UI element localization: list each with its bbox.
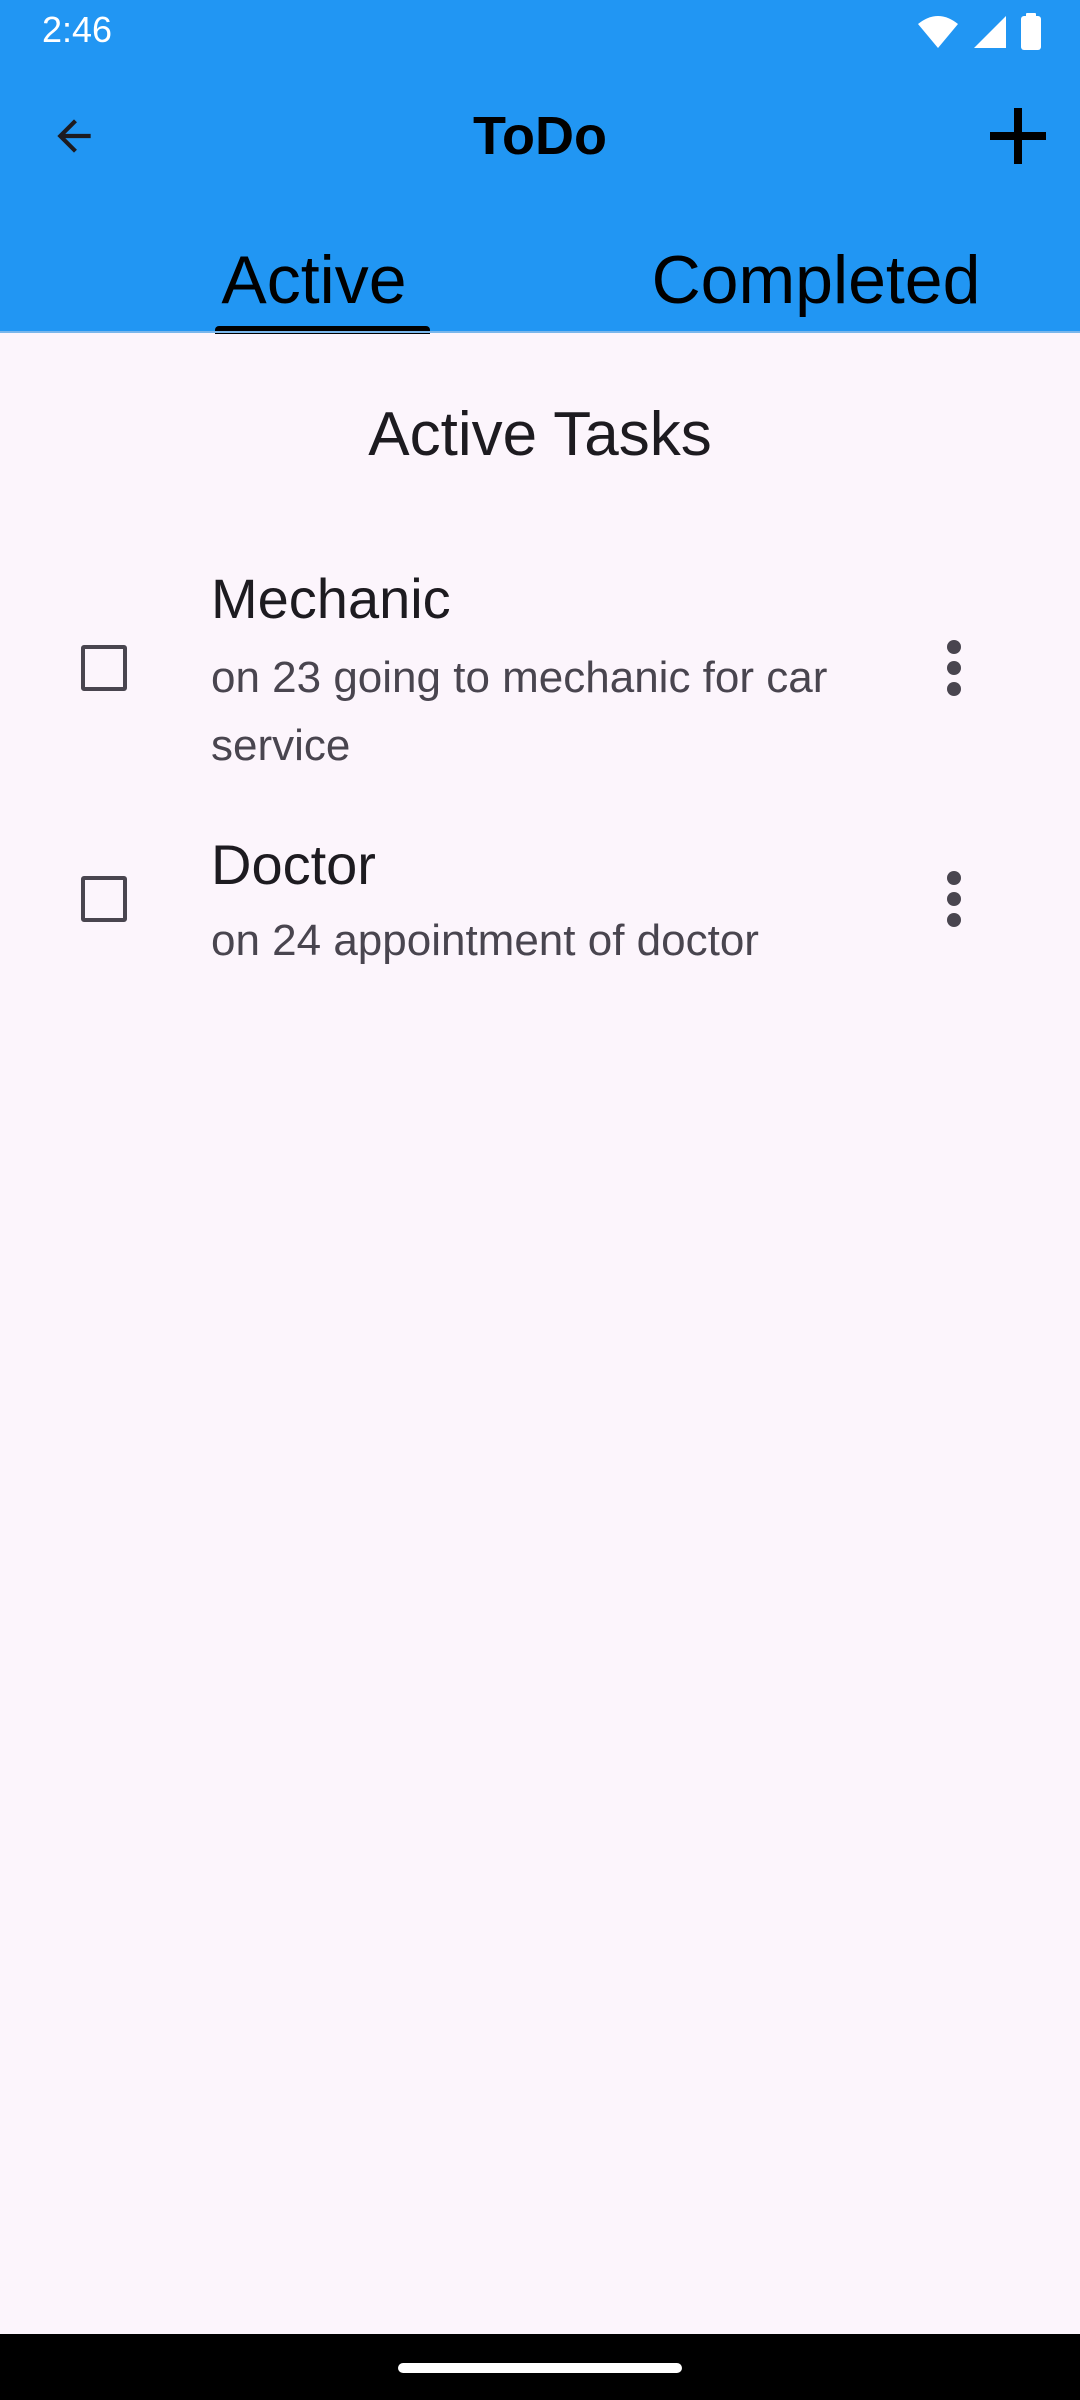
task-title: Mechanic: [211, 567, 451, 630]
task-title: Doctor: [211, 833, 376, 896]
status-icons: [916, 12, 1042, 52]
more-vert-icon: [947, 871, 961, 927]
app-screen: 2:46 ToDo Active Completed Active Tasks …: [0, 0, 1080, 2400]
tab-active[interactable]: Active: [200, 232, 428, 332]
arrow-back-icon: [57, 119, 91, 153]
status-time: 2:46: [42, 9, 113, 50]
more-options-button[interactable]: [914, 628, 994, 708]
tab-completed[interactable]: Completed: [620, 232, 1012, 332]
add-task-button[interactable]: [974, 96, 1062, 176]
home-gesture-handle[interactable]: [398, 2363, 682, 2373]
plus-icon: [990, 108, 1046, 164]
task-checkbox[interactable]: [81, 876, 127, 922]
task-description: on 24 appointment of doctor: [211, 916, 759, 965]
list-item[interactable]: Doctor on 24 appointment of doctor: [0, 820, 1080, 980]
battery-icon: [1021, 13, 1041, 50]
list-item[interactable]: Mechanic on 23 going to mechanic for car…: [0, 555, 1080, 785]
task-description: on 23 going to mechanic for car service: [211, 653, 828, 770]
more-options-button[interactable]: [914, 859, 994, 939]
section-title: Active Tasks: [368, 400, 712, 469]
more-vert-icon: [947, 640, 961, 696]
back-button[interactable]: [34, 96, 114, 176]
tab-divider: [0, 331, 1080, 333]
wifi-icon: [918, 16, 958, 48]
task-checkbox[interactable]: [81, 645, 127, 691]
signal-icon: [974, 16, 1006, 48]
